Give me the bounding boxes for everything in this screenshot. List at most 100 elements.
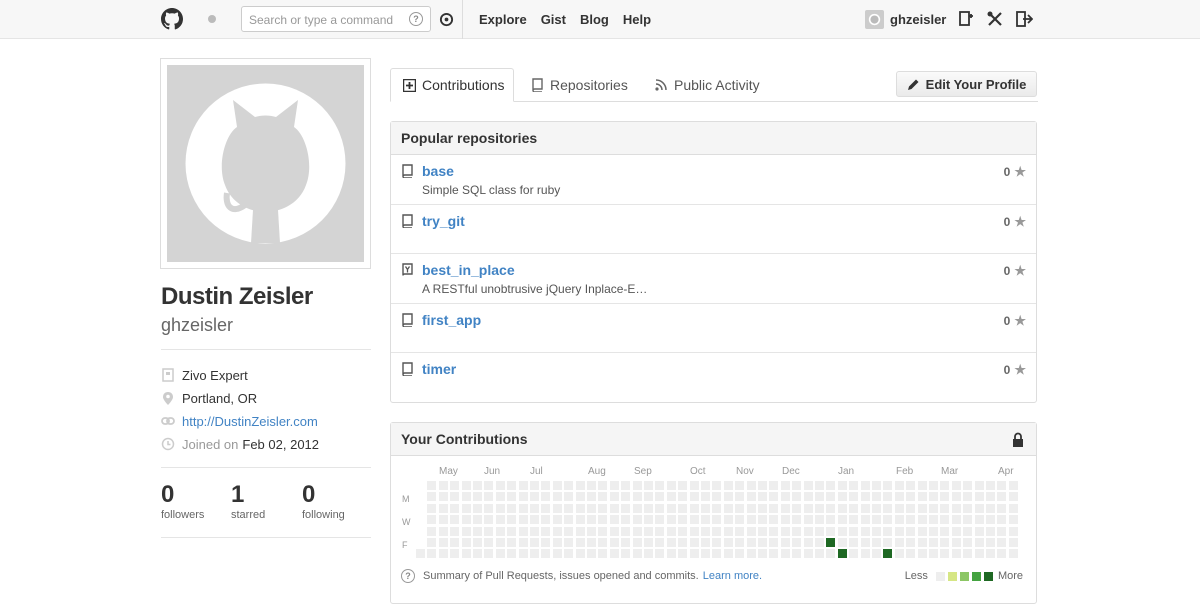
contribution-day-cell[interactable] [1008, 549, 1018, 559]
repo-name-link[interactable]: base [422, 163, 454, 179]
contribution-day-cell[interactable] [723, 492, 733, 502]
contribution-day-cell[interactable] [780, 538, 790, 547]
contribution-day-cell[interactable] [461, 526, 471, 536]
contribution-day-cell[interactable] [849, 481, 859, 490]
contribution-day-cell[interactable] [758, 492, 767, 502]
contribution-day-cell[interactable] [986, 538, 995, 547]
repo-stars[interactable]: 0 ★ [1004, 214, 1026, 230]
contribution-day-cell[interactable] [940, 515, 950, 525]
contribution-day-cell[interactable] [530, 515, 539, 525]
stat-starred[interactable]: 1 starred [231, 481, 265, 521]
contribution-day-cell[interactable] [507, 481, 517, 490]
contribution-day-cell[interactable] [929, 526, 938, 536]
contribution-day-cell[interactable] [997, 526, 1007, 536]
contribution-day-cell[interactable] [712, 549, 722, 559]
contribution-day-cell[interactable] [495, 503, 505, 513]
contribution-day-cell[interactable] [541, 515, 551, 525]
contribution-day-cell[interactable] [837, 515, 847, 525]
contribution-day-cell[interactable] [894, 481, 904, 490]
contribution-day-cell[interactable] [929, 481, 938, 490]
contribution-day-cell[interactable] [701, 526, 710, 536]
contribution-day-cell[interactable] [792, 481, 802, 490]
contribution-day-cell[interactable] [632, 492, 642, 502]
contribution-day-cell[interactable] [723, 526, 733, 536]
contribution-day-cell[interactable] [450, 526, 460, 536]
contribution-day-cell[interactable] [951, 549, 961, 559]
contribution-day-cell[interactable] [507, 526, 517, 536]
contribution-day-cell[interactable] [632, 526, 642, 536]
contribution-day-cell[interactable] [598, 538, 608, 547]
contribution-day-cell[interactable] [951, 538, 961, 547]
contribution-day-cell[interactable] [701, 538, 710, 547]
contribution-day-cell[interactable] [655, 538, 665, 547]
user-avatar[interactable] [865, 9, 884, 29]
contribution-day-cell[interactable] [723, 481, 733, 490]
contribution-day-cell[interactable] [940, 526, 950, 536]
contribution-day-cell[interactable] [951, 503, 961, 513]
contribution-day-cell[interactable] [609, 492, 619, 502]
contribution-day-cell[interactable] [815, 492, 824, 502]
contribution-day-cell[interactable] [507, 538, 517, 547]
contribution-day-cell[interactable] [723, 515, 733, 525]
contribution-day-cell[interactable] [758, 526, 767, 536]
contribution-day-cell[interactable] [746, 549, 756, 559]
contribution-day-cell[interactable] [427, 549, 437, 559]
nav-blog[interactable]: Blog [580, 12, 609, 27]
contribution-day-cell[interactable] [769, 481, 779, 490]
contribution-day-cell[interactable] [997, 538, 1007, 547]
nav-gist[interactable]: Gist [541, 12, 566, 27]
contribution-day-cell[interactable] [666, 526, 676, 536]
website-link[interactable]: http://DustinZeisler.com [182, 414, 318, 429]
contribution-day-cell[interactable] [917, 526, 927, 536]
contribution-day-cell[interactable] [701, 549, 710, 559]
contribution-day-cell[interactable] [598, 503, 608, 513]
contribution-day-cell[interactable] [666, 481, 676, 490]
contribution-day-cell[interactable] [473, 503, 482, 513]
contribution-day-cell[interactable] [644, 538, 653, 547]
contribution-day-cell[interactable] [438, 481, 448, 490]
contribution-day-cell[interactable] [678, 515, 688, 525]
contribution-day-cell[interactable] [940, 549, 950, 559]
contribution-day-cell[interactable] [894, 538, 904, 547]
contribution-day-cell[interactable] [689, 526, 699, 536]
contribution-day-cell[interactable] [883, 481, 893, 490]
contribution-day-cell[interactable] [826, 549, 836, 559]
contribution-day-cell[interactable] [837, 481, 847, 490]
contribution-day-cell[interactable] [986, 481, 995, 490]
contribution-day-cell[interactable] [575, 549, 585, 559]
contribution-day-cell[interactable] [495, 538, 505, 547]
contribution-day-cell[interactable] [552, 481, 562, 490]
sign-out-icon[interactable] [1015, 10, 1034, 28]
repo-stars[interactable]: 0 ★ [1004, 313, 1026, 329]
contribution-day-cell[interactable] [974, 515, 984, 525]
contribution-day-cell[interactable] [461, 481, 471, 490]
contribution-day-cell[interactable] [780, 481, 790, 490]
command-bar-settings-icon[interactable] [439, 12, 454, 27]
contribution-day-cell[interactable] [473, 492, 482, 502]
contribution-day-cell[interactable] [541, 481, 551, 490]
contribution-day-cell[interactable] [689, 481, 699, 490]
contribution-day-cell[interactable] [632, 549, 642, 559]
contribution-day-cell[interactable] [507, 515, 517, 525]
contribution-day-cell[interactable] [666, 492, 676, 502]
contribution-day-cell[interactable] [416, 549, 425, 559]
contribution-day-cell[interactable] [450, 515, 460, 525]
contribution-day-cell[interactable] [689, 492, 699, 502]
contribution-day-cell[interactable] [621, 549, 631, 559]
contribution-day-cell[interactable] [701, 481, 710, 490]
contribution-day-cell[interactable] [427, 481, 437, 490]
contribution-day-cell[interactable] [872, 492, 881, 502]
search-input[interactable] [249, 12, 409, 27]
contribution-day-cell[interactable] [837, 538, 847, 547]
contribution-day-cell[interactable] [484, 481, 494, 490]
contribution-day-cell[interactable] [758, 549, 767, 559]
contribution-day-cell[interactable] [815, 526, 824, 536]
contribution-day-cell[interactable] [746, 481, 756, 490]
contribution-day-cell[interactable] [1008, 538, 1018, 547]
contribution-day-cell[interactable] [951, 526, 961, 536]
contribution-day-cell[interactable] [1008, 492, 1018, 502]
contribution-day-cell[interactable] [883, 515, 893, 525]
contribution-day-cell[interactable] [484, 515, 494, 525]
contribution-day-cell[interactable] [723, 503, 733, 513]
contribution-day-cell[interactable] [860, 515, 870, 525]
